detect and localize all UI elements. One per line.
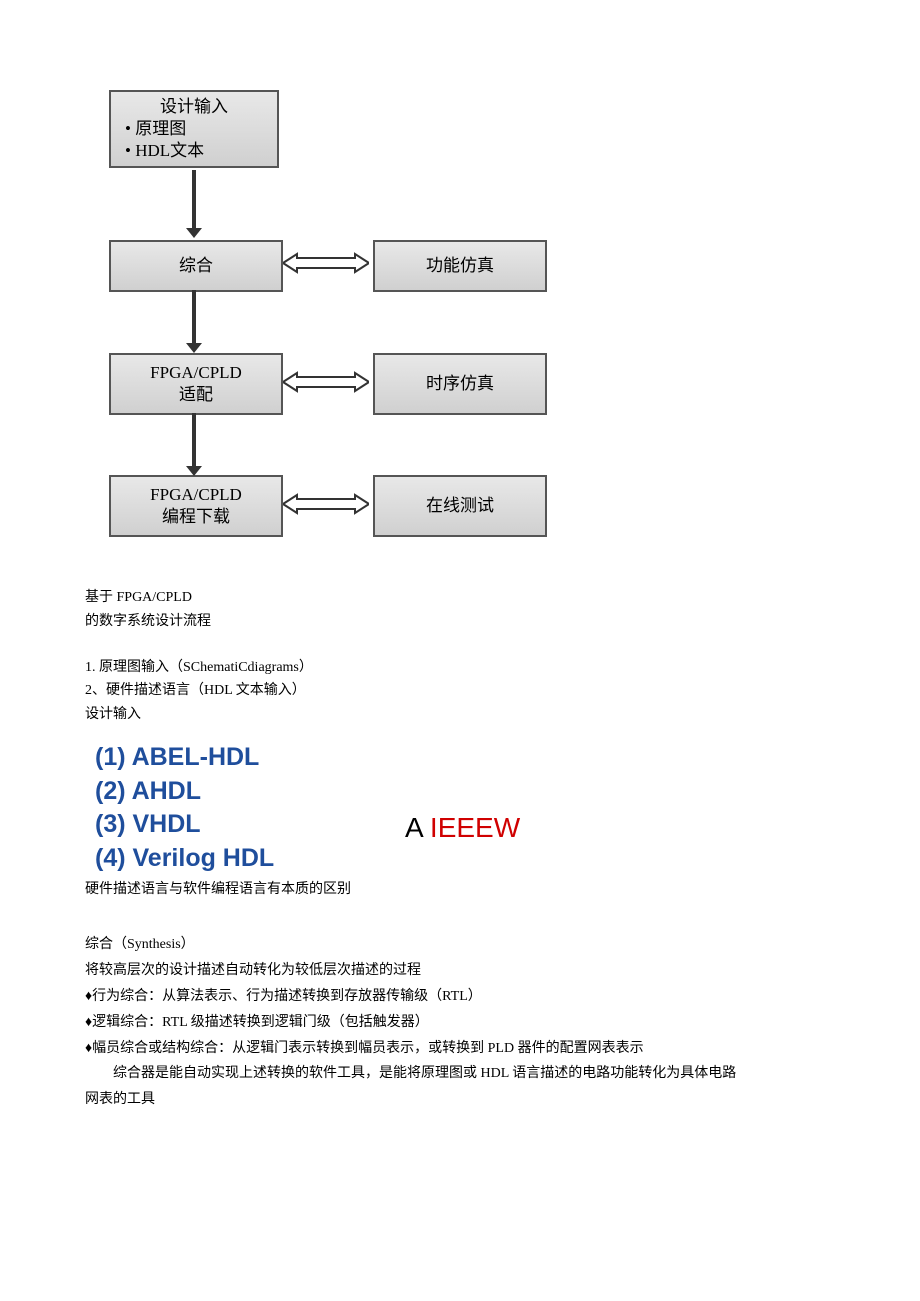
box-fit: FPGA/CPLD 适配 bbox=[109, 353, 283, 415]
box-test-label: 在线测试 bbox=[426, 495, 494, 517]
box-timing-sim: 时序仿真 bbox=[373, 353, 547, 415]
double-arrow-icon bbox=[283, 252, 369, 274]
arrow-down-icon bbox=[192, 290, 196, 345]
ieee-a: A bbox=[405, 812, 430, 843]
list-item: 设计输入 bbox=[85, 703, 920, 727]
diagram-caption: 基于 FPGA/CPLD 的数字系统设计流程 bbox=[85, 586, 920, 634]
section-line: ♦逻辑综合：RTL 级描述转换到逻辑门级（包括触发器） bbox=[85, 1010, 920, 1036]
synthesis-section: 综合（Synthesis） 将较高层次的设计描述自动转化为较低层次描述的过程 ♦… bbox=[85, 932, 920, 1113]
box-input-b1: • 原理图 bbox=[125, 118, 186, 140]
list-item: 2、硬件描述语言（HDL 文本输入） bbox=[85, 679, 920, 703]
caption-l1: 基于 FPGA/CPLD bbox=[85, 586, 920, 610]
box-prog-l1: FPGA/CPLD bbox=[150, 484, 242, 506]
hdl-item: (2) AHDL bbox=[95, 775, 920, 809]
box-synthesis: 综合 bbox=[109, 240, 283, 292]
box-synth-label: 综合 bbox=[179, 255, 213, 277]
arrow-down-icon bbox=[192, 413, 196, 468]
page: 设计输入 • 原理图 • HDL文本 综合 FPGA/CPLD 适配 FPGA/… bbox=[0, 90, 920, 1173]
ieee-label: A IEEEW bbox=[405, 809, 520, 847]
box-program: FPGA/CPLD 编程下载 bbox=[109, 475, 283, 537]
flow-diagram: 设计输入 • 原理图 • HDL文本 综合 FPGA/CPLD 适配 FPGA/… bbox=[95, 90, 615, 570]
arrow-down-icon bbox=[192, 170, 196, 230]
box-time-label: 时序仿真 bbox=[426, 373, 494, 395]
box-input-b2: • HDL文本 bbox=[125, 140, 204, 162]
box-input-title: 设计输入 bbox=[160, 96, 228, 118]
section-title: 综合（Synthesis） bbox=[85, 932, 920, 958]
double-arrow-icon bbox=[283, 371, 369, 393]
section-line: ♦行为综合：从算法表示、行为描述转换到存放器传输级（RTL） bbox=[85, 984, 920, 1010]
section-line: ♦幅员综合或结构综合：从逻辑门表示转换到幅员表示，或转换到 PLD 器件的配置网… bbox=[85, 1036, 920, 1062]
section-line: 综合器是能自动实现上述转换的软件工具，是能将原理图或 HDL 语言描述的电路功能… bbox=[85, 1061, 920, 1087]
caption-l2: 的数字系统设计流程 bbox=[85, 610, 920, 634]
hdl-list: (1) ABEL-HDL (2) AHDL (3) VHDL (4) Veril… bbox=[95, 741, 920, 876]
box-func-label: 功能仿真 bbox=[426, 255, 494, 277]
input-methods-list: 1. 原理图输入（SChematiCdiagrams） 2、硬件描述语言（HDL… bbox=[85, 656, 920, 727]
ieee-r: IEEEW bbox=[430, 812, 520, 843]
box-design-input: 设计输入 • 原理图 • HDL文本 bbox=[109, 90, 279, 168]
box-fit-l1: FPGA/CPLD bbox=[150, 362, 242, 384]
list-item: 1. 原理图输入（SChematiCdiagrams） bbox=[85, 656, 920, 680]
section-line: 网表的工具 bbox=[85, 1087, 920, 1113]
box-online-test: 在线测试 bbox=[373, 475, 547, 537]
box-prog-l2: 编程下载 bbox=[162, 506, 230, 528]
hdl-note: 硬件描述语言与软件编程语言有本质的区别 bbox=[85, 878, 920, 898]
double-arrow-icon bbox=[283, 493, 369, 515]
box-func-sim: 功能仿真 bbox=[373, 240, 547, 292]
section-line: 将较高层次的设计描述自动转化为较低层次描述的过程 bbox=[85, 958, 920, 984]
box-fit-l2: 适配 bbox=[179, 384, 213, 406]
hdl-item: (4) Verilog HDL bbox=[95, 842, 920, 876]
hdl-item: (1) ABEL-HDL bbox=[95, 741, 920, 775]
